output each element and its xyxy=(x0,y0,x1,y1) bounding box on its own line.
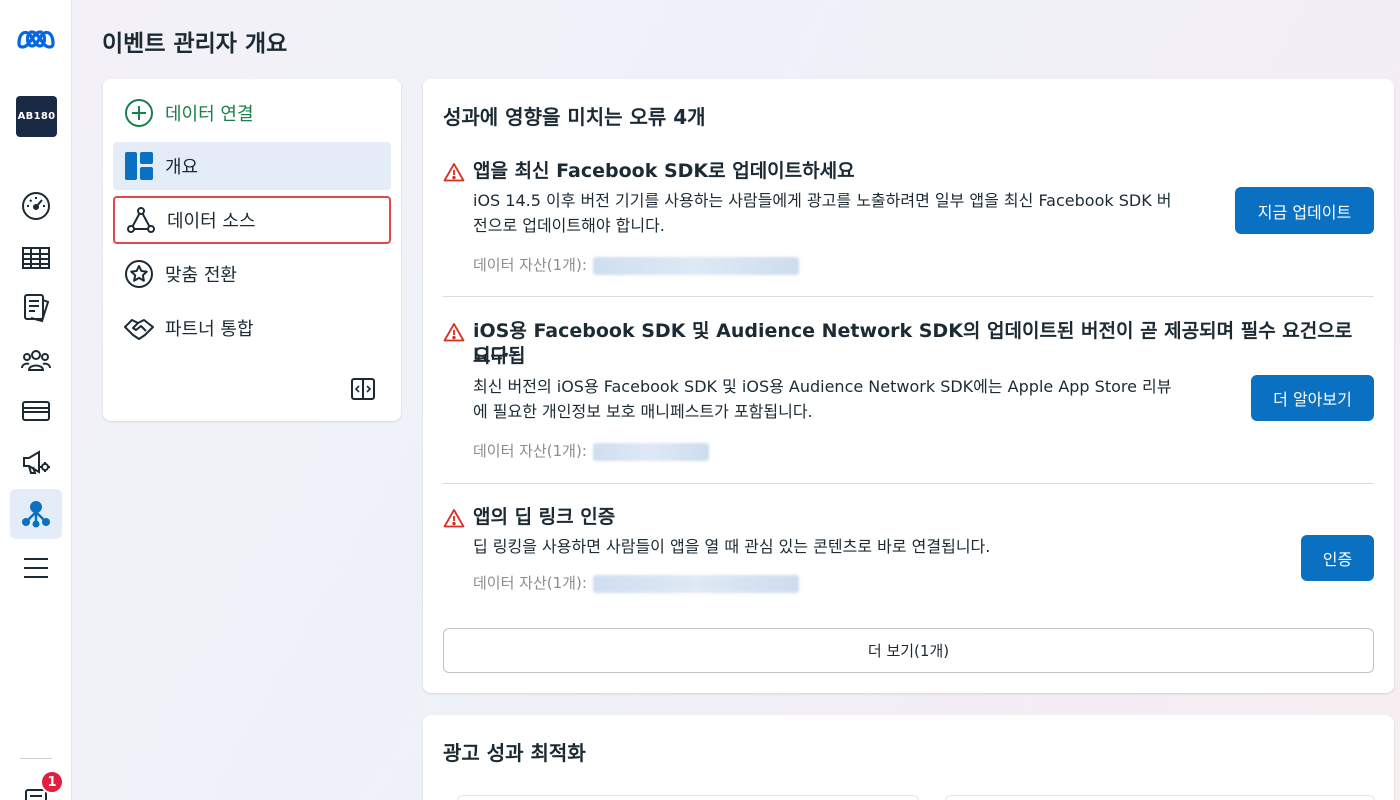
issue-desc-line2: 전으로 업데이트해야 합니다. xyxy=(473,216,665,235)
data-sources-network-icon xyxy=(125,204,157,236)
see-more-button[interactable]: 더 보기(1개) xyxy=(443,628,1374,673)
page-title: 이벤트 관리자 개요 xyxy=(102,31,288,57)
ads-megaphone-icon[interactable] xyxy=(10,437,62,487)
menu-item-overview-label: 개요 xyxy=(165,157,199,178)
handshake-icon xyxy=(123,312,155,344)
connect-data-button[interactable]: 데이터 연결 xyxy=(113,89,391,137)
warning-icon xyxy=(443,163,465,182)
table-icon[interactable] xyxy=(10,233,62,283)
update-now-button[interactable]: 지금 업데이트 xyxy=(1235,187,1374,234)
issue-desc-line1: 최신 버전의 iOS용 Facebook SDK 및 iOS용 Audience… xyxy=(473,377,1172,396)
issue-asset: 데이터 자산(1개): xyxy=(473,254,799,275)
plus-circle-icon xyxy=(123,97,155,129)
perf-heading: 광고 성과 최적화 xyxy=(443,741,586,765)
issue-ios-sdk-requirement: iOS용 Facebook SDK 및 Audience Network SDK… xyxy=(443,319,1374,461)
menu-item-overview[interactable]: 개요 xyxy=(113,142,391,190)
verify-button[interactable]: 인증 xyxy=(1301,535,1374,581)
issue-asset-label: 데이터 자산(1개): xyxy=(473,574,587,592)
perf-subcard xyxy=(457,795,919,800)
issue-title: 앱의 딥 링크 인증 xyxy=(473,506,616,528)
notification-count-badge: 1 xyxy=(40,770,64,794)
side-menu-card: 데이터 연결 개요 데이터 소스 맞춤 전환 파트너 통합 xyxy=(103,79,401,421)
separator xyxy=(443,296,1374,297)
issue-asset-label: 데이터 자산(1개): xyxy=(473,256,587,274)
issue-asset-label: 데이터 자산(1개): xyxy=(473,442,587,460)
menu-icon[interactable] xyxy=(10,543,62,593)
issues-heading: 성과에 영향을 미치는 오류 4개 xyxy=(443,105,706,129)
menu-item-partner-integrations-label: 파트너 통합 xyxy=(165,319,254,340)
ad-performance-card: 광고 성과 최적화 xyxy=(423,715,1394,800)
star-circle-icon xyxy=(123,258,155,290)
menu-item-custom-conversions-label: 맞춤 전환 xyxy=(165,265,237,286)
collapse-panel-icon[interactable] xyxy=(350,376,376,402)
redacted-asset-name xyxy=(592,256,799,275)
overview-grid-icon xyxy=(123,150,155,182)
menu-item-custom-conversions[interactable]: 맞춤 전환 xyxy=(113,250,391,298)
billing-card-icon[interactable] xyxy=(10,386,62,436)
issues-card: 성과에 영향을 미치는 오류 4개 앱을 최신 Facebook SDK로 업데… xyxy=(423,79,1394,693)
warning-icon xyxy=(443,323,465,342)
issue-title-line1: iOS용 Facebook SDK 및 Audience Network SDK… xyxy=(473,320,1353,367)
audiences-icon[interactable] xyxy=(10,335,62,385)
connect-data-label: 데이터 연결 xyxy=(165,104,254,125)
meta-logo-icon[interactable] xyxy=(14,24,58,54)
issue-title-line2: 니다 xyxy=(473,345,508,367)
menu-item-data-sources[interactable]: 데이터 소스 xyxy=(113,196,391,244)
reports-icon[interactable] xyxy=(10,283,62,333)
warning-icon xyxy=(443,509,465,528)
issue-desc-line1: iOS 14.5 이후 버전 기기를 사용하는 사람들에게 광고를 노출하려면 … xyxy=(473,191,1172,210)
issue-desc-line1: 딥 링킹을 사용하면 사람들이 앱을 열 때 관심 있는 콘텐츠로 바로 연결됩… xyxy=(473,537,991,556)
issue-sdk-update: 앱을 최신 Facebook SDK로 업데이트하세요 iOS 14.5 이후 … xyxy=(443,159,1374,279)
issue-desc-line2: 에 필요한 개인정보 보호 매니페스트가 포함됩니다. xyxy=(473,402,813,421)
redacted-asset-name xyxy=(592,442,709,461)
rail-divider xyxy=(20,758,52,759)
menu-item-partner-integrations[interactable]: 파트너 통합 xyxy=(113,304,391,352)
events-manager-icon[interactable] xyxy=(10,489,62,539)
account-avatar[interactable]: AB180 xyxy=(16,96,57,137)
menu-item-data-sources-label: 데이터 소스 xyxy=(167,211,256,232)
issue-deep-link-verification: 앱의 딥 링크 인증 딥 링킹을 사용하면 사람들이 앱을 열 때 관심 있는 … xyxy=(443,505,1374,605)
issue-asset: 데이터 자산(1개): xyxy=(473,440,709,461)
dashboard-gauge-icon[interactable] xyxy=(10,181,62,231)
issue-title: 앱을 최신 Facebook SDK로 업데이트하세요 xyxy=(473,160,855,182)
left-nav-rail: AB180 1 xyxy=(0,0,72,800)
perf-subcard xyxy=(945,795,1375,800)
issue-asset: 데이터 자산(1개): xyxy=(473,572,799,593)
learn-more-button[interactable]: 더 알아보기 xyxy=(1251,375,1374,421)
separator xyxy=(443,483,1374,484)
redacted-asset-name xyxy=(592,574,799,593)
